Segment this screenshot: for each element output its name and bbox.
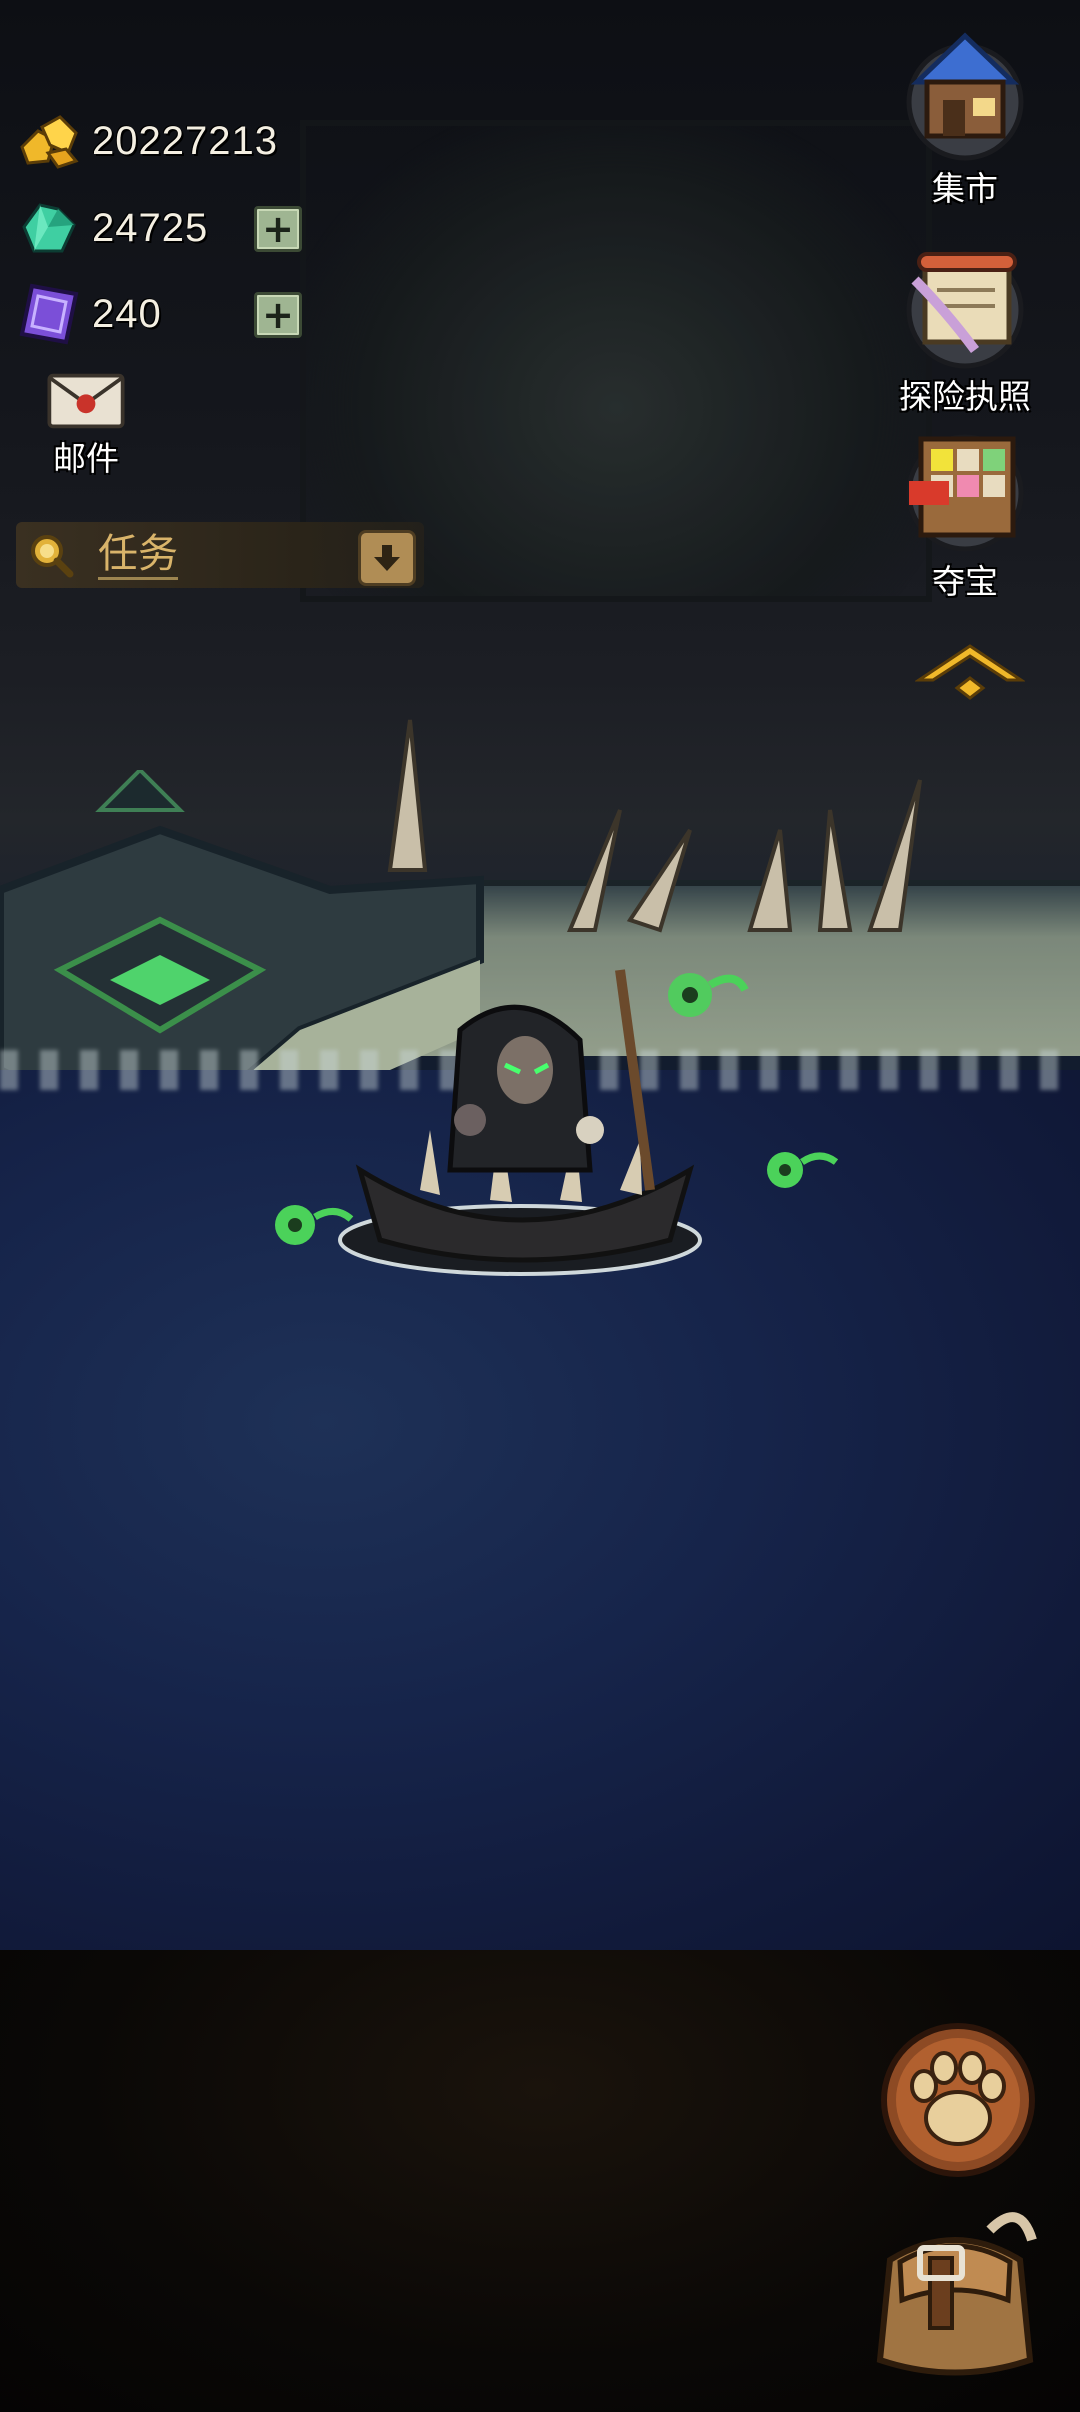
- treasure-board-icon: [906, 434, 1024, 552]
- arrow-down-icon: [374, 545, 400, 571]
- gold-nuggets-icon: [18, 110, 80, 172]
- gold-value: 20227213: [92, 118, 278, 163]
- green-wisp-1: [668, 973, 749, 1017]
- market-house-icon: [906, 32, 1024, 161]
- backpack-icon[interactable]: [870, 2200, 1040, 2380]
- green-wisp-2: [767, 1152, 839, 1188]
- green-wisp-3: [275, 1205, 354, 1245]
- quest-tracker[interactable]: 任务: [16, 522, 424, 588]
- treasure-button[interactable]: 夺宝: [875, 425, 1055, 603]
- magnifier-icon: [31, 535, 74, 578]
- green-crystal-icon: [18, 197, 80, 259]
- ticket-counter: 240: [18, 279, 162, 349]
- chevron-up-icon: [914, 644, 1026, 700]
- mail-button[interactable]: 邮件: [38, 370, 134, 480]
- treasure-label: 夺宝: [932, 562, 998, 601]
- adventure-license-button[interactable]: 探险执照: [875, 240, 1055, 418]
- plus-icon: +: [262, 207, 294, 251]
- market-label: 集市: [932, 169, 998, 208]
- market-button[interactable]: 集市: [875, 22, 1055, 210]
- bone-spikes: [387, 719, 922, 933]
- mail-label: 邮件: [53, 439, 119, 478]
- purple-card-icon: [18, 283, 80, 345]
- collapse-menu-button[interactable]: [914, 640, 1026, 706]
- add-gems-button[interactable]: +: [254, 206, 302, 252]
- gold-counter: 20227213: [18, 106, 278, 176]
- gem-value: 24725: [92, 205, 209, 250]
- paw-icon[interactable]: [878, 2020, 1038, 2180]
- quest-label: 任务: [98, 531, 178, 580]
- quest-expand-button[interactable]: [358, 530, 416, 586]
- ticket-value: 240: [92, 291, 162, 336]
- add-tickets-button[interactable]: +: [254, 292, 302, 338]
- plus-icon: +: [262, 293, 294, 337]
- scroll-quill-icon: [906, 251, 1024, 369]
- envelope-icon: [47, 373, 125, 429]
- gem-counter: 24725: [18, 193, 208, 263]
- adventure-license-label: 探险执照: [899, 377, 1031, 416]
